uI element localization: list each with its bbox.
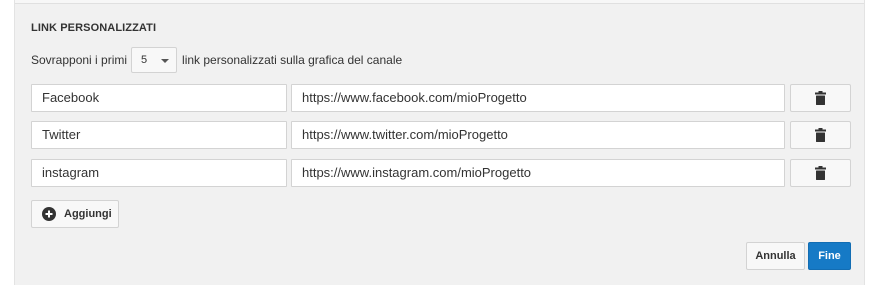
link-url-input[interactable]: https://www.instagram.com/mioProgetto — [291, 159, 785, 187]
overlay-count-select[interactable]: 5 — [131, 47, 178, 73]
section-title: LINK PERSONALIZZATI — [31, 22, 157, 34]
cancel-button[interactable]: Annulla — [746, 242, 805, 270]
delete-link-button[interactable] — [790, 84, 851, 112]
caret-down-icon — [161, 58, 170, 63]
delete-link-button[interactable] — [790, 121, 851, 149]
panel-top-divider — [15, 0, 864, 4]
link-title-input[interactable]: Facebook — [31, 84, 287, 112]
add-link-button[interactable]: Aggiungi — [31, 200, 119, 228]
trash-icon — [815, 91, 826, 105]
delete-link-button[interactable] — [790, 159, 851, 187]
link-title-input[interactable]: Twitter — [31, 121, 287, 149]
overlay-suffix-text: link personalizzati sulla grafica del ca… — [182, 53, 403, 67]
done-button[interactable]: Fine — [808, 242, 851, 270]
trash-icon — [815, 166, 826, 180]
overlay-count-value: 5 — [141, 54, 148, 66]
link-url-input[interactable]: https://www.facebook.com/mioProgetto — [291, 84, 785, 112]
custom-links-panel: LINK PERSONALIZZATI Sovrapponi i primi 5… — [14, 0, 865, 285]
overlay-prefix-text: Sovrapponi i primi — [31, 53, 128, 67]
overlay-setting-row: Sovrapponi i primi 5 link personalizzati… — [31, 47, 402, 73]
link-title-input[interactable]: instagram — [31, 159, 287, 187]
plus-circle-icon — [42, 207, 56, 221]
link-url-input[interactable]: https://www.twitter.com/mioProgetto — [291, 121, 785, 149]
add-link-label: Aggiungi — [64, 208, 112, 220]
trash-icon — [815, 128, 826, 142]
